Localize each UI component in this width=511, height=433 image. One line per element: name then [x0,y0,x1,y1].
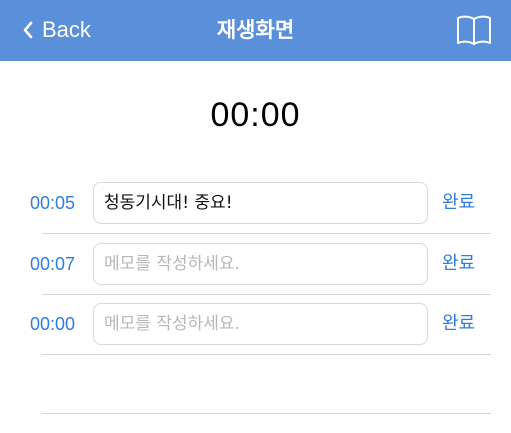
row-divider [42,413,491,414]
row-divider [42,354,491,355]
memo-timestamp[interactable]: 00:05 [30,182,75,224]
done-button[interactable]: 완료 [442,243,475,285]
memo-input[interactable]: 메모를 작성하세요. [93,243,428,285]
done-button[interactable]: 완료 [442,182,475,224]
memo-input[interactable]: 메모를 작성하세요. [93,303,428,345]
memo-timestamp[interactable]: 00:00 [30,303,75,345]
row-divider [42,294,491,295]
row-divider [42,233,491,234]
done-button[interactable]: 완료 [442,303,475,345]
navigation-bar: Back 재생화면 [0,0,511,61]
book-icon[interactable] [456,13,492,47]
playback-timer: 00:00 [210,96,301,134]
page-title: 재생화면 [216,18,295,42]
memo-input[interactable]: 청동기시대! 중요! [93,182,428,224]
memo-timestamp[interactable]: 00:07 [30,243,75,285]
